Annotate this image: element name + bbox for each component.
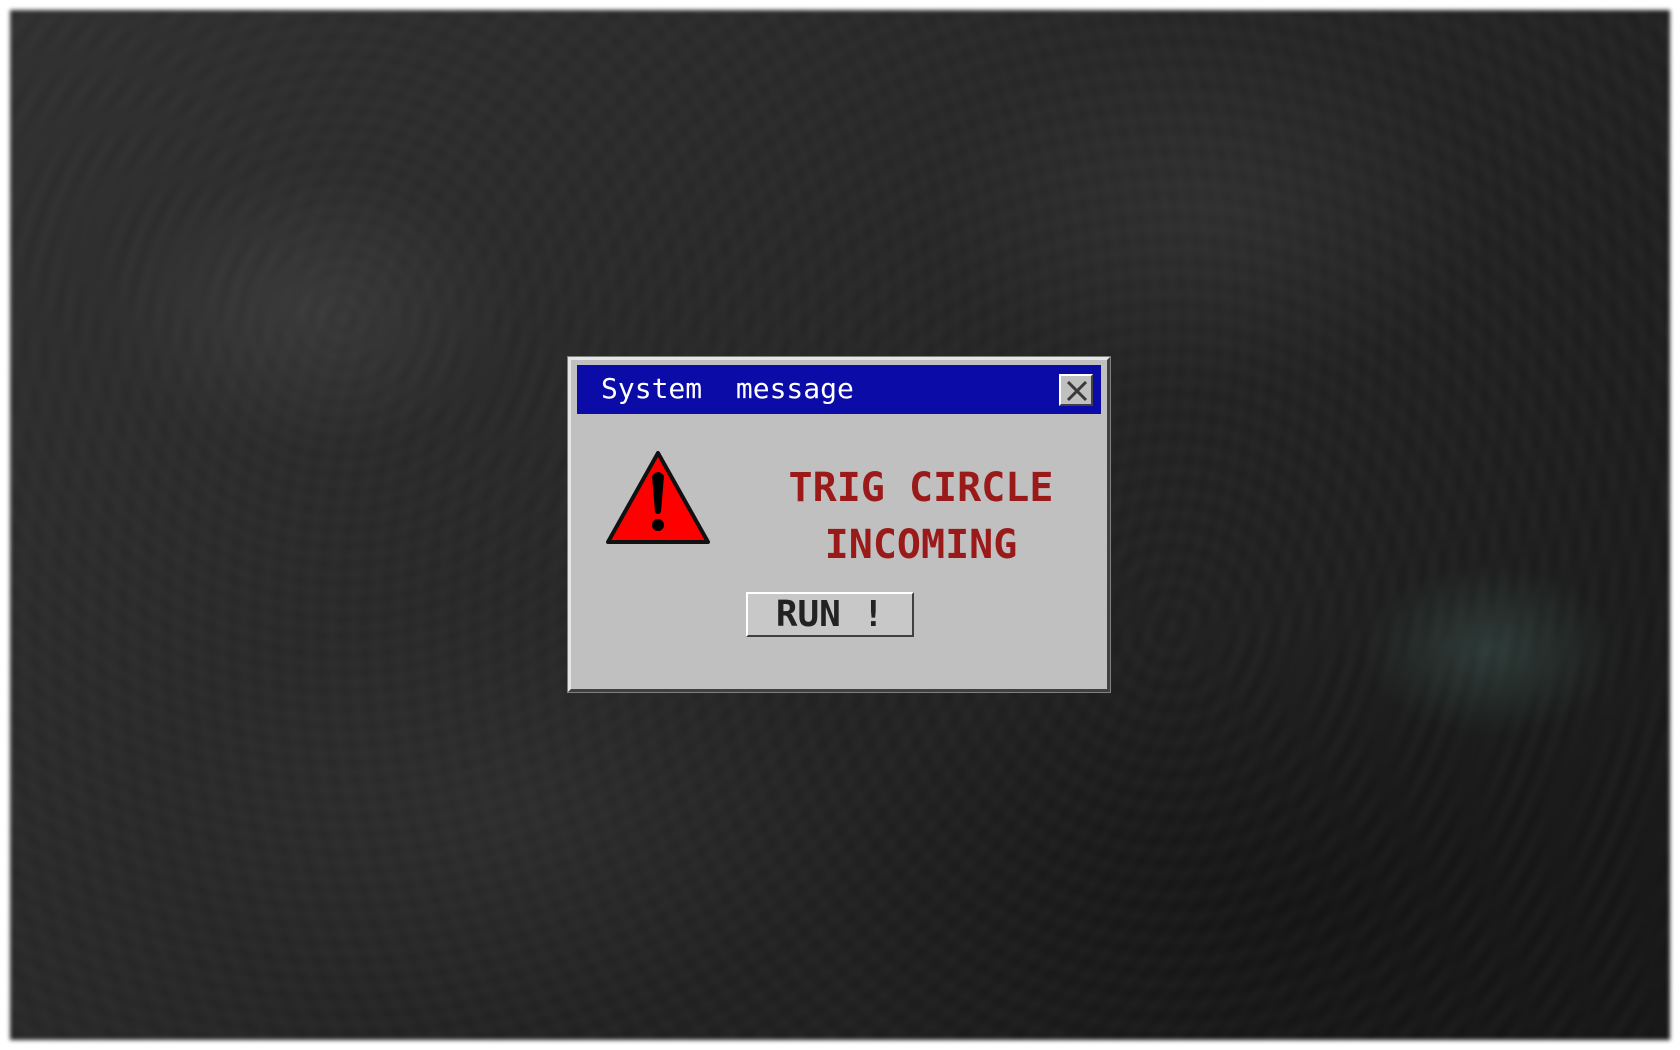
alert-message-line-1: TRIG CIRCLE	[788, 465, 1054, 511]
alert-message: TRIG CIRCLE INCOMING	[751, 460, 1091, 574]
warning-triangle-icon	[606, 451, 710, 544]
dialog-title: System message	[601, 372, 854, 405]
alert-message-line-2: INCOMING	[824, 522, 1018, 568]
system-message-dialog: System message TRIG CIRCLE INCOMING RUN …	[568, 357, 1110, 692]
dialog-titlebar[interactable]: System message	[577, 365, 1101, 414]
close-button[interactable]	[1059, 374, 1093, 406]
close-x-icon	[1066, 380, 1088, 402]
run-button[interactable]: RUN !	[746, 592, 914, 637]
